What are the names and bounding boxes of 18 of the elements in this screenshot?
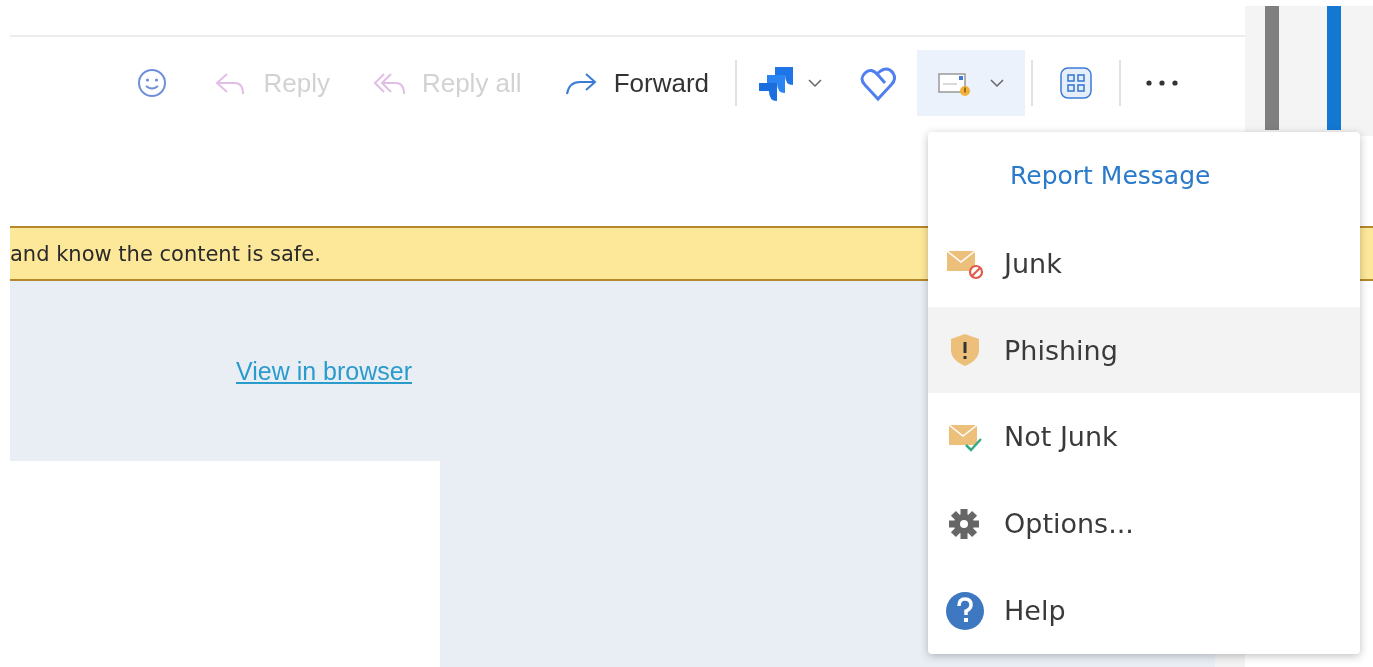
menu-item[interactable]: Options...: [928, 480, 1360, 568]
more-icon[interactable]: [1145, 79, 1179, 87]
forward-button[interactable]: Forward: [563, 67, 709, 99]
report-message-button[interactable]: [917, 50, 1025, 116]
menu-item[interactable]: Phishing: [928, 306, 1360, 394]
menu-item[interactable]: Help: [928, 567, 1360, 654]
chevron-down-icon: [807, 78, 823, 88]
forward-icon: [563, 70, 598, 96]
menu-item[interactable]: Junk: [928, 219, 1360, 307]
menu-item[interactable]: Not Junk: [928, 393, 1360, 481]
emoji-icon[interactable]: [137, 68, 168, 98]
menu-header: Report Message: [1010, 161, 1211, 191]
help-icon: [946, 590, 986, 631]
scrollbar-thumb[interactable]: [1265, 6, 1279, 130]
warning-text: and know the content is safe.: [10, 241, 321, 266]
chevron-down-icon: [989, 78, 1005, 88]
apps-icon[interactable]: [1059, 66, 1093, 100]
reply-all-icon: [371, 70, 406, 96]
